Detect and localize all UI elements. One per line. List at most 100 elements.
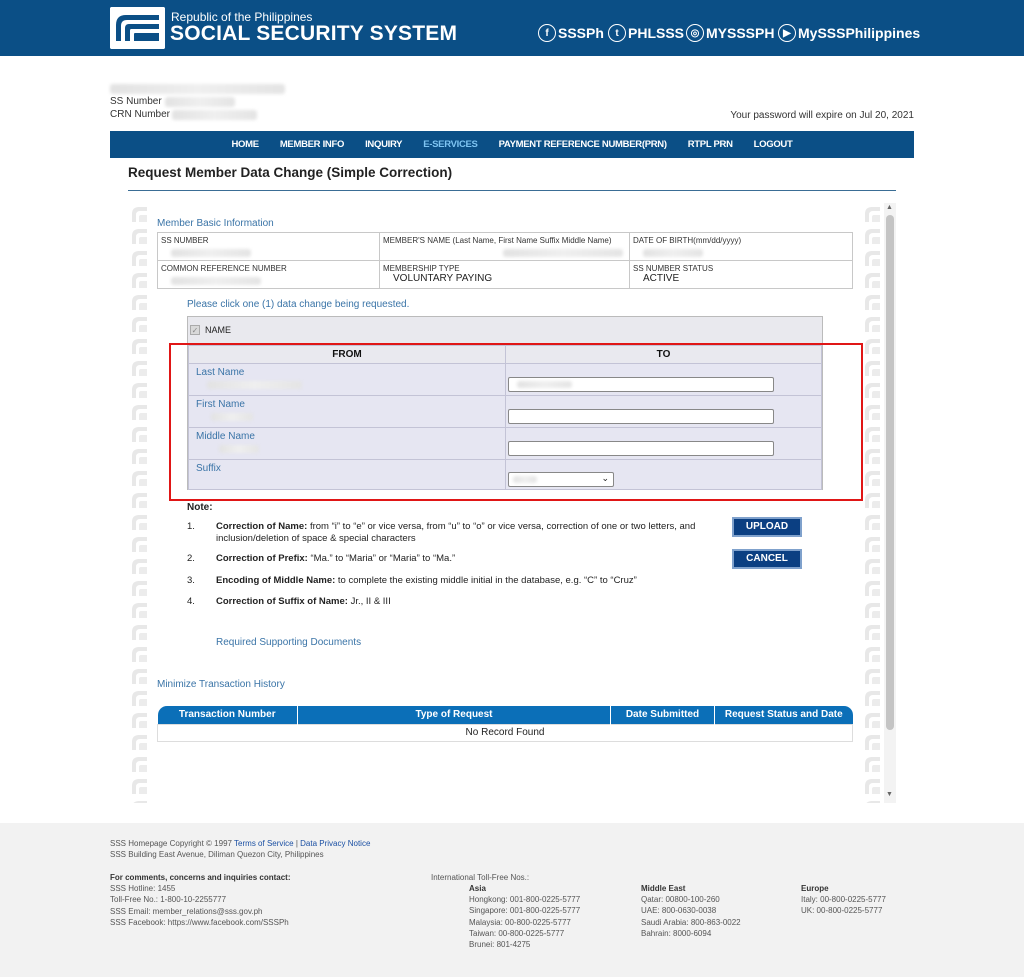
page-title: Request Member Data Change (Simple Corre… bbox=[128, 165, 453, 180]
note-number: 2. bbox=[187, 553, 195, 564]
member-name-field-label: MEMBER'S NAME (Last Name, First Name Suf… bbox=[383, 236, 612, 245]
nav-member-info[interactable]: MEMBER INFO bbox=[280, 139, 345, 150]
toll-free: Toll-Free No.: 1-800-10-2255777 bbox=[110, 895, 227, 905]
member-basic-info-heading: Member Basic Information bbox=[157, 218, 274, 229]
youtube-icon: ▶ bbox=[778, 24, 796, 42]
content-scrollbar[interactable]: ▲ ▼ bbox=[884, 203, 896, 803]
scroll-up-icon[interactable]: ▲ bbox=[886, 204, 893, 211]
nav-logout[interactable]: LOGOUT bbox=[754, 139, 793, 150]
footer: SSS Homepage Copyright © 1997 Terms of S… bbox=[0, 823, 1024, 977]
region-name: Middle East bbox=[641, 884, 686, 893]
region-line: Singapore: 001-800-0225-5777 bbox=[469, 906, 581, 916]
col-request-status: Request Status and Date bbox=[714, 706, 853, 724]
ss-status-cell: SS NUMBER STATUS ACTIVE bbox=[629, 260, 853, 289]
nav-home[interactable]: HOME bbox=[232, 139, 260, 150]
empty-history-row: No Record Found bbox=[157, 723, 853, 742]
note-text: Correction of Name: from “i” to “e” or v… bbox=[216, 521, 716, 544]
instagram-link[interactable]: ◎ MYSSSPH bbox=[686, 24, 774, 42]
facebook-label: SSSPh bbox=[558, 25, 604, 41]
upload-button[interactable]: UPLOAD bbox=[732, 517, 802, 537]
note-title: Note: bbox=[187, 502, 213, 513]
note-number: 1. bbox=[187, 521, 195, 532]
scroll-down-icon[interactable]: ▼ bbox=[886, 791, 893, 798]
region-name: Asia bbox=[469, 884, 486, 893]
region-europe: Europe Italy: 00-800-0225-5777 UK: 00-80… bbox=[801, 883, 886, 917]
member-basic-info-table: SS NUMBER MEMBER'S NAME (Last Name, Firs… bbox=[157, 232, 853, 289]
region-line: UK: 00-800-0225-5777 bbox=[801, 906, 883, 916]
note-bold: Correction of Suffix of Name: bbox=[216, 596, 348, 607]
region-line: Bahrain: 8000-6094 bbox=[641, 928, 712, 938]
nav-inquiry[interactable]: INQUIRY bbox=[365, 139, 402, 150]
dob-field-label: DATE OF BIRTH(mm/dd/yyyy) bbox=[633, 236, 742, 245]
facebook-icon: f bbox=[538, 24, 556, 42]
note-bold: Encoding of Middle Name: bbox=[216, 575, 336, 586]
note-item-2: 2. Correction of Prefix: “Ma.” to “Maria… bbox=[187, 553, 727, 565]
membership-type-cell: MEMBERSHIP TYPE VOLUNTARY PAYING bbox=[379, 260, 630, 289]
redacted-ss-number bbox=[165, 97, 235, 107]
note-body: Jr., II & III bbox=[347, 596, 391, 607]
note-item-4: 4. Correction of Suffix of Name: Jr., II… bbox=[187, 596, 727, 608]
scroll-thumb[interactable] bbox=[886, 215, 894, 730]
minimize-history-link[interactable]: Minimize Transaction History bbox=[157, 679, 285, 690]
footer-copyright-line: SSS Homepage Copyright © 1997 Terms of S… bbox=[110, 838, 370, 849]
region-line: Brunei: 801-4275 bbox=[469, 940, 531, 950]
redacted-member-name-value bbox=[503, 249, 623, 257]
nav-payment-reference-number[interactable]: PAYMENT REFERENCE NUMBER(PRN) bbox=[499, 139, 667, 150]
note-bold: Correction of Name: bbox=[216, 521, 308, 532]
top-header: Republic of the Philippines SOCIAL SECUR… bbox=[0, 0, 1024, 56]
contacts-title: For comments, concerns and inquiries con… bbox=[110, 873, 291, 882]
facebook-url: SSS Facebook: https://www.facebook.com/S… bbox=[110, 917, 289, 927]
region-middle-east: Middle East Qatar: 00800-100-260 UAE: 80… bbox=[641, 883, 741, 939]
privacy-notice-link[interactable]: Data Privacy Notice bbox=[300, 839, 370, 848]
footer-address: SSS Building East Avenue, Diliman Quezon… bbox=[110, 850, 324, 859]
redacted-crn-number bbox=[172, 110, 257, 120]
twitter-label: PHLSSS bbox=[628, 25, 685, 41]
col-type-of-request: Type of Request bbox=[297, 706, 611, 724]
redacted-dob-value bbox=[643, 249, 703, 257]
terms-of-service-link[interactable]: Terms of Service bbox=[234, 839, 294, 848]
redacted-ss-number-value bbox=[171, 249, 251, 257]
name-option-row: ✓ NAME bbox=[188, 317, 822, 344]
note-text: Encoding of Middle Name: to complete the… bbox=[216, 575, 716, 587]
redacted-crn-value bbox=[171, 277, 261, 285]
ss-number-field-label: SS NUMBER bbox=[161, 236, 209, 245]
note-item-3: 3. Encoding of Middle Name: to complete … bbox=[187, 575, 727, 587]
nav-rtpl-prn[interactable]: RTPL PRN bbox=[688, 139, 733, 150]
facebook-link[interactable]: f SSSPh bbox=[538, 24, 604, 42]
region-line: UAE: 800-0630-0038 bbox=[641, 906, 717, 916]
twitter-link[interactable]: t PHLSSS bbox=[608, 24, 684, 42]
dob-cell: DATE OF BIRTH(mm/dd/yyyy) bbox=[629, 232, 853, 261]
region-name: Europe bbox=[801, 884, 829, 893]
main-nav: HOME MEMBER INFO INQUIRY E-SERVICES PAYM… bbox=[110, 131, 914, 158]
cancel-button[interactable]: CANCEL bbox=[732, 549, 802, 569]
sss-logo[interactable] bbox=[110, 7, 165, 49]
ss-status-label: SS NUMBER STATUS bbox=[633, 264, 714, 273]
hotline: SSS Hotline: 1455 bbox=[110, 884, 176, 894]
note-body: “Ma.” to “Maria” or “Maria” to “Ma.” bbox=[307, 553, 456, 564]
region-line: Hongkong: 001-800-0225-5777 bbox=[469, 895, 581, 905]
footer-contacts: For comments, concerns and inquiries con… bbox=[110, 872, 290, 928]
title-divider bbox=[128, 190, 896, 191]
copyright-text: SSS Homepage Copyright © 1997 bbox=[110, 839, 232, 848]
crn-number-label: CRN Number bbox=[110, 109, 171, 120]
youtube-label: MySSSPhilippines bbox=[798, 25, 921, 41]
nav-e-services[interactable]: E-SERVICES bbox=[423, 139, 478, 150]
youtube-link[interactable]: ▶ MySSSPhilippines bbox=[778, 24, 920, 42]
required-documents-link[interactable]: Required Supporting Documents bbox=[216, 637, 361, 648]
note-number: 3. bbox=[187, 575, 195, 586]
region-line: Qatar: 00800-100-260 bbox=[641, 895, 720, 905]
agency-name: SOCIAL SECURITY SYSTEM bbox=[170, 22, 458, 45]
member-name-cell: MEMBER'S NAME (Last Name, First Name Suf… bbox=[379, 232, 630, 261]
email: SSS Email: member_relations@sss.gov.ph bbox=[110, 906, 263, 916]
crn-field-label: COMMON REFERENCE NUMBER bbox=[161, 264, 287, 273]
highlight-annotation-box bbox=[169, 343, 863, 501]
name-checkbox[interactable]: ✓ bbox=[190, 325, 200, 335]
intl-title: International Toll-Free Nos.: bbox=[431, 873, 530, 882]
region-line: Saudi Arabia: 800-863-0022 bbox=[641, 917, 741, 927]
region-line: Taiwan: 00-800-0225-5777 bbox=[469, 928, 565, 938]
note-number: 4. bbox=[187, 596, 195, 607]
name-option-label: NAME bbox=[205, 325, 232, 335]
watermark-pattern-right bbox=[861, 203, 883, 803]
ss-number-label: SS Number bbox=[110, 96, 162, 107]
transaction-history-table: Transaction Number Type of Request Date … bbox=[157, 706, 853, 742]
